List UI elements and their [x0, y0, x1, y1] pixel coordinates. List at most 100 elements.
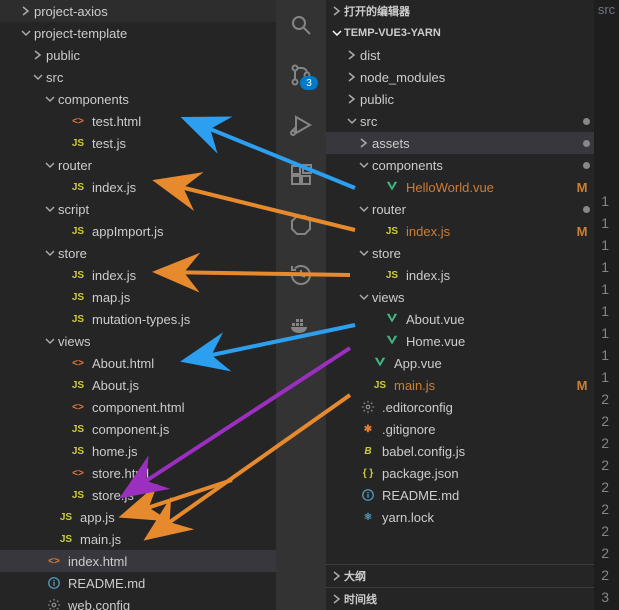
file-label: App.vue: [394, 356, 594, 371]
folder-row[interactable]: views: [326, 286, 594, 308]
folder-row[interactable]: project-axios: [0, 0, 276, 22]
chevron-down-icon: [42, 336, 58, 346]
file-row[interactable]: JSAbout.js: [0, 374, 276, 396]
root-header[interactable]: TEMP-VUE3-YARN: [326, 22, 594, 44]
file-row[interactable]: Home.vue: [326, 330, 594, 352]
extensions-icon[interactable]: [276, 150, 326, 200]
docker-icon[interactable]: [276, 300, 326, 350]
folder-row[interactable]: src: [0, 66, 276, 88]
file-row[interactable]: Bbabel.config.js: [326, 440, 594, 462]
outline-header[interactable]: 大纲: [326, 565, 594, 587]
history-icon[interactable]: [276, 250, 326, 300]
file-row[interactable]: web.config: [0, 594, 276, 610]
folder-row[interactable]: components: [0, 88, 276, 110]
file-row[interactable]: JSmap.js: [0, 286, 276, 308]
file-label: .gitignore: [382, 422, 594, 437]
octagon-icon[interactable]: [276, 200, 326, 250]
open-editors-header[interactable]: 打开的编辑器: [326, 0, 594, 22]
file-row[interactable]: .editorconfig: [326, 396, 594, 418]
chevron-down-icon: [42, 94, 58, 104]
chevron-down-icon: [30, 72, 46, 82]
chevron-right-icon: [344, 72, 360, 82]
chevron-down-icon: [344, 116, 360, 126]
js-icon: JS: [70, 487, 86, 503]
folder-row[interactable]: router: [0, 154, 276, 176]
modified-dot: [578, 140, 594, 147]
search-icon[interactable]: [276, 0, 326, 50]
file-label: index.js: [406, 268, 594, 283]
file-row[interactable]: JScomponent.js: [0, 418, 276, 440]
chevron-down-icon: [356, 204, 372, 214]
file-row[interactable]: About.vue: [326, 308, 594, 330]
file-row[interactable]: JSindex.js: [326, 264, 594, 286]
line-number: 1: [601, 234, 609, 256]
file-row[interactable]: JSmutation-types.js: [0, 308, 276, 330]
folder-row[interactable]: public: [326, 88, 594, 110]
file-row[interactable]: JSindex.js: [0, 176, 276, 198]
folder-row[interactable]: script: [0, 198, 276, 220]
file-row[interactable]: <>component.html: [0, 396, 276, 418]
folder-row[interactable]: components: [326, 154, 594, 176]
line-number: 2: [601, 388, 609, 410]
folder-row[interactable]: public: [0, 44, 276, 66]
file-row[interactable]: JSstore.js: [0, 484, 276, 506]
file-row[interactable]: <>test.html: [0, 110, 276, 132]
file-row[interactable]: <>index.html: [0, 550, 276, 572]
folder-row[interactable]: dist: [326, 44, 594, 66]
line-number: 2: [601, 564, 609, 586]
folder-row[interactable]: assets: [326, 132, 594, 154]
file-row[interactable]: JSindex.js: [0, 264, 276, 286]
file-label: web.config: [68, 598, 276, 610]
folder-label: components: [58, 92, 276, 107]
file-label: HelloWorld.vue: [406, 180, 574, 195]
source-control-icon[interactable]: 3: [276, 50, 326, 100]
file-row[interactable]: JSmain.jsM: [326, 374, 594, 396]
file-label: Home.vue: [406, 334, 594, 349]
file-label: index.html: [68, 554, 276, 569]
file-label: mutation-types.js: [92, 312, 276, 327]
babel-icon: B: [360, 443, 376, 459]
folder-row[interactable]: src: [326, 110, 594, 132]
file-row[interactable]: JSindex.jsM: [326, 220, 594, 242]
file-row[interactable]: { }package.json: [326, 462, 594, 484]
gear-icon: [46, 597, 62, 610]
line-number: 2: [601, 542, 609, 564]
file-row[interactable]: ✱.gitignore: [326, 418, 594, 440]
file-label: home.js: [92, 444, 276, 459]
timeline-header[interactable]: 时间线: [326, 588, 594, 610]
file-row[interactable]: README.md: [326, 484, 594, 506]
debug-icon[interactable]: [276, 100, 326, 150]
modified-badge: M: [574, 224, 590, 239]
file-row[interactable]: ⚛yarn.lock: [326, 506, 594, 528]
chevron-down-icon: [42, 248, 58, 258]
right-explorer-panel: 打开的编辑器 TEMP-VUE3-YARN distnode_modulespu…: [326, 0, 594, 610]
folder-row[interactable]: router: [326, 198, 594, 220]
folder-row[interactable]: store: [326, 242, 594, 264]
line-number: 2: [601, 520, 609, 542]
info-icon: [46, 575, 62, 591]
file-row[interactable]: <>store.html: [0, 462, 276, 484]
js-icon: JS: [70, 443, 86, 459]
folder-row[interactable]: node_modules: [326, 66, 594, 88]
file-row[interactable]: JSapp.js: [0, 506, 276, 528]
file-row[interactable]: JSappImport.js: [0, 220, 276, 242]
modified-badge: M: [574, 180, 590, 195]
file-label: index.js: [92, 180, 276, 195]
file-label: babel.config.js: [382, 444, 594, 459]
html-icon: <>: [70, 355, 86, 371]
folder-row[interactable]: project-template: [0, 22, 276, 44]
file-row[interactable]: JStest.js: [0, 132, 276, 154]
line-number: 1: [601, 212, 609, 234]
folder-row[interactable]: views: [0, 330, 276, 352]
file-row[interactable]: <>About.html: [0, 352, 276, 374]
file-row[interactable]: App.vue: [326, 352, 594, 374]
chevron-down-icon: [42, 204, 58, 214]
file-row[interactable]: README.md: [0, 572, 276, 594]
line-number: 2: [601, 432, 609, 454]
file-row[interactable]: HelloWorld.vueM: [326, 176, 594, 198]
line-number: 1: [601, 366, 609, 388]
file-row[interactable]: JS home.js: [0, 440, 276, 462]
file-row[interactable]: JSmain.js: [0, 528, 276, 550]
folder-label: assets: [372, 136, 578, 151]
folder-row[interactable]: store: [0, 242, 276, 264]
